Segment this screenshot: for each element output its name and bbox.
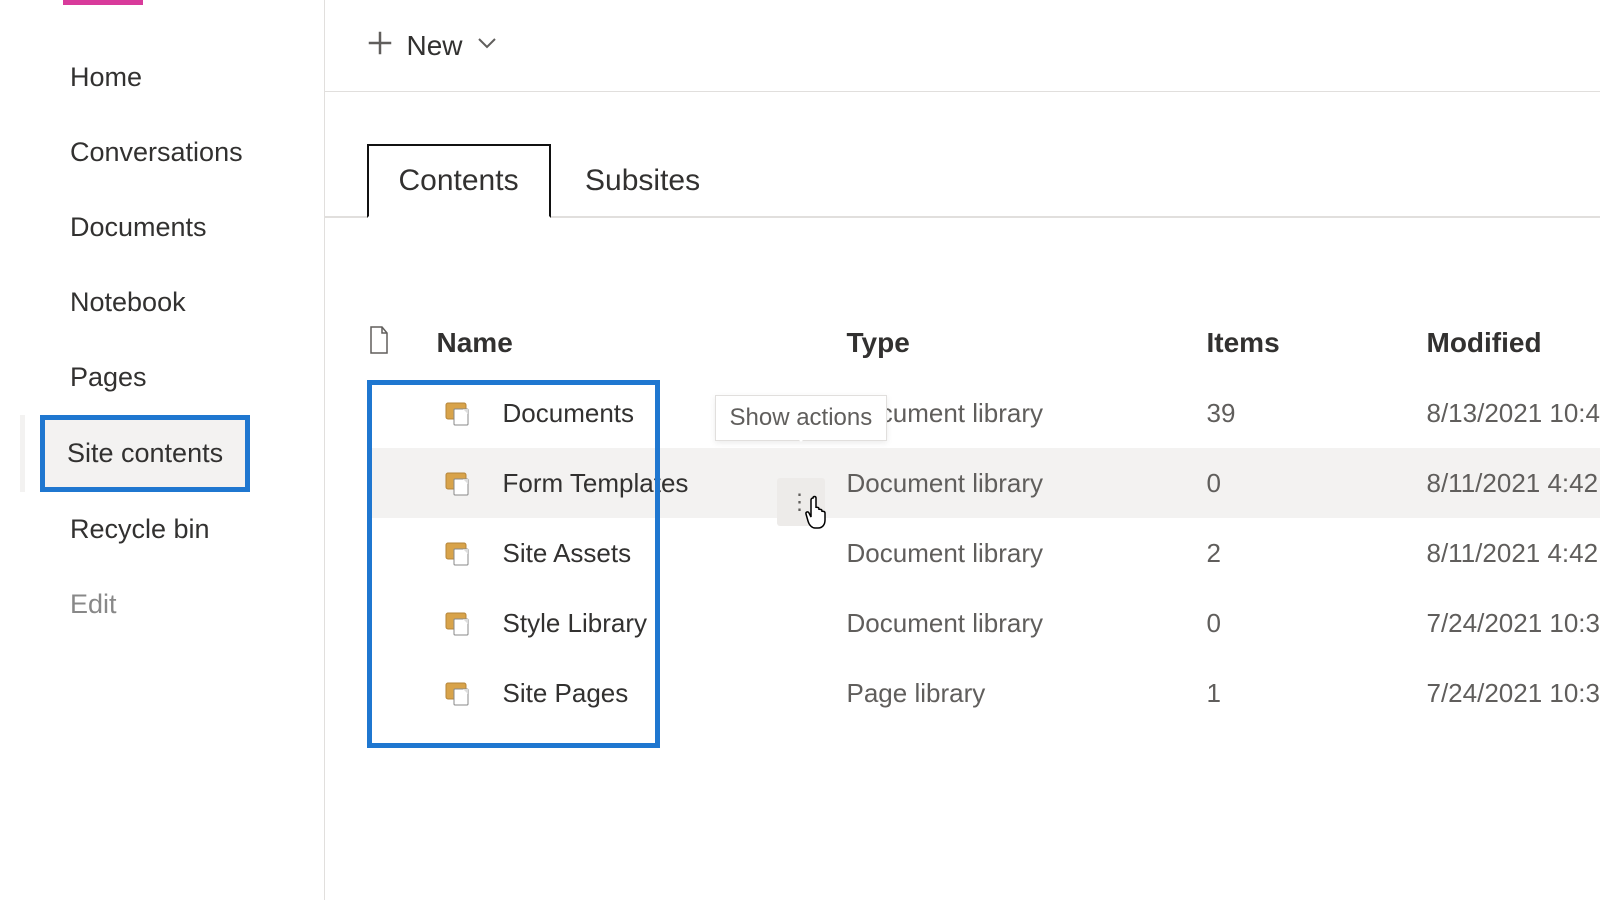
row-modified: 8/11/2021 4:42 — [1427, 468, 1600, 499]
more-actions-button[interactable]: ⋮ — [777, 478, 825, 526]
row-items: 39 — [1207, 398, 1427, 429]
library-icon — [445, 679, 475, 707]
table-row[interactable]: Documents Document library 39 8/13/2021 … — [367, 378, 1600, 448]
table-row[interactable]: Site Assets Document library 2 8/11/2021… — [367, 518, 1600, 588]
row-type: Document library — [847, 608, 1207, 639]
row-modified: 7/24/2021 10:3 — [1427, 678, 1600, 709]
nav-item-notebook[interactable]: Notebook — [0, 265, 324, 340]
nav-item-site-contents[interactable]: Site contents — [0, 415, 324, 492]
nav-item-documents[interactable]: Documents — [0, 190, 324, 265]
row-modified: 8/11/2021 4:42 — [1427, 538, 1600, 569]
plus-icon — [365, 28, 395, 63]
library-icon — [445, 469, 475, 497]
row-name: Form Templates — [503, 468, 689, 499]
nav-list: Home Conversations Documents Notebook Pa… — [0, 40, 324, 642]
library-icon — [445, 609, 475, 637]
table-row[interactable]: Style Library Document library 0 7/24/20… — [367, 588, 1600, 658]
row-name: Documents — [503, 398, 635, 429]
row-type: Page library — [847, 678, 1207, 709]
row-name: Style Library — [503, 608, 648, 639]
row-items: 2 — [1207, 538, 1427, 569]
main-area: New Contents Subsites Name Type Items Mo… — [325, 0, 1600, 900]
nav-item-site-contents-label: Site contents — [40, 415, 250, 492]
tab-subsites[interactable]: Subsites — [555, 146, 730, 216]
row-items: 0 — [1207, 608, 1427, 639]
tabs: Contents Subsites — [325, 92, 1600, 218]
contents-table: Name Type Items Modified Documents Docum… — [325, 308, 1600, 728]
tab-contents[interactable]: Contents — [367, 144, 551, 218]
row-modified: 7/24/2021 10:3 — [1427, 608, 1600, 639]
tooltip-show-actions: Show actions — [715, 395, 888, 441]
row-items: 0 — [1207, 468, 1427, 499]
col-name[interactable]: Name — [437, 327, 847, 359]
col-type[interactable]: Type — [847, 327, 1207, 359]
row-name: Site Assets — [503, 538, 632, 569]
col-items[interactable]: Items — [1207, 327, 1427, 359]
nav-item-pages[interactable]: Pages — [0, 340, 324, 415]
row-type: Document library — [847, 468, 1044, 498]
nav-edit-link[interactable]: Edit — [0, 567, 324, 642]
row-type: Document library — [847, 398, 1207, 429]
nav-item-home[interactable]: Home — [0, 40, 324, 115]
row-type: Document library — [847, 538, 1207, 569]
command-bar: New — [325, 0, 1600, 92]
left-nav: Home Conversations Documents Notebook Pa… — [0, 0, 325, 900]
app-root: Home Conversations Documents Notebook Pa… — [0, 0, 1600, 900]
new-button[interactable]: New — [407, 30, 463, 62]
table-row[interactable]: Form Templates ⋮ Document library 0 8/11… — [367, 448, 1600, 518]
library-icon — [445, 399, 475, 427]
file-icon — [367, 325, 437, 362]
row-items: 1 — [1207, 678, 1427, 709]
row-modified: 8/13/2021 10:4 — [1427, 398, 1600, 429]
col-modified[interactable]: Modified — [1427, 327, 1600, 359]
library-icon — [445, 539, 475, 567]
nav-item-conversations[interactable]: Conversations — [0, 115, 324, 190]
table-row[interactable]: Site Pages Page library 1 7/24/2021 10:3 — [367, 658, 1600, 728]
row-name: Site Pages — [503, 678, 629, 709]
nav-item-recycle-bin[interactable]: Recycle bin — [0, 492, 324, 567]
chevron-down-icon[interactable] — [477, 36, 497, 55]
table-header: Name Type Items Modified — [367, 308, 1600, 378]
